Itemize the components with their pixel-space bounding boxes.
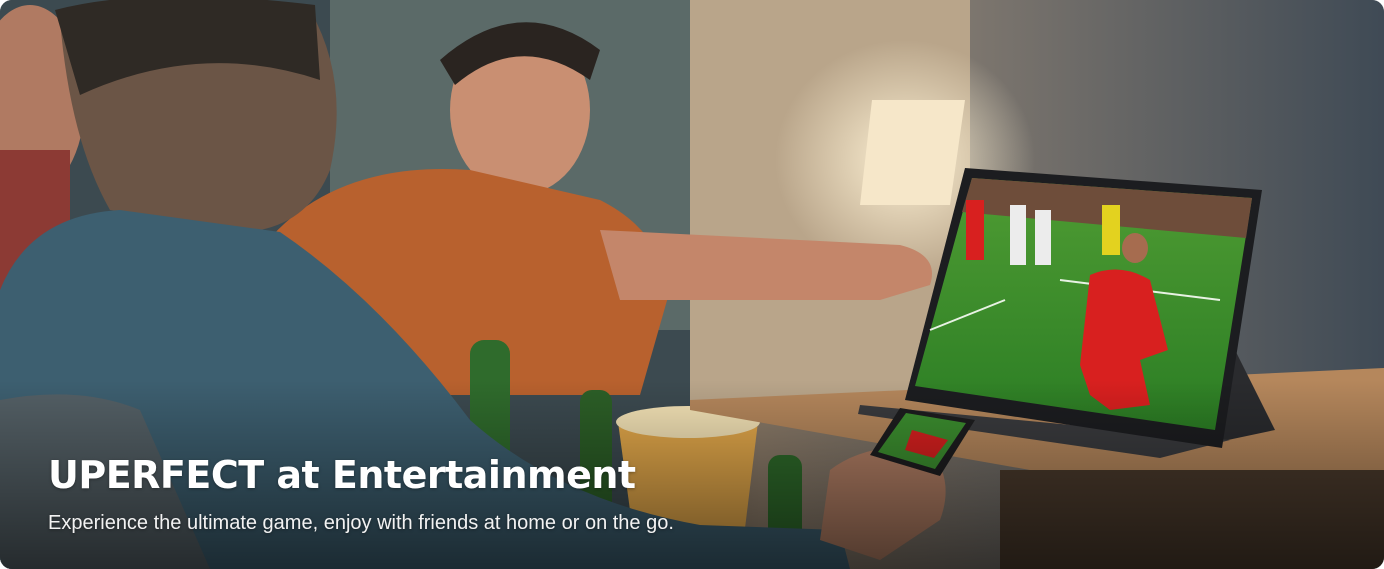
banner-subtext: Experience the ultimate game, enjoy with… (48, 512, 674, 534)
banner-caption: UPERFECT at Entertainment Experience the… (48, 450, 948, 536)
banner-headline: UPERFECT at Entertainment (48, 453, 636, 497)
hero-banner: UPERFECT at Entertainment Experience the… (0, 0, 1384, 569)
lamp-shade (860, 100, 965, 205)
